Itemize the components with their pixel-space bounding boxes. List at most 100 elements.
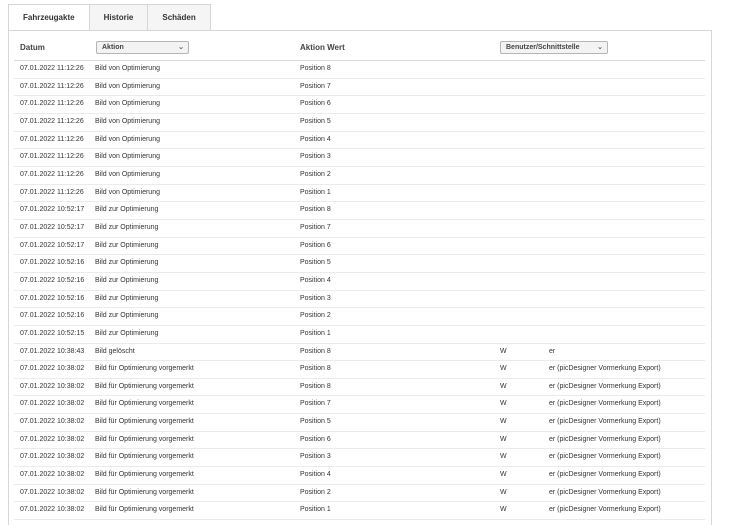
cell-aktion-wert: Position 5 xyxy=(300,117,331,125)
cell-aktion-wert: Position 7 xyxy=(300,400,331,408)
cell-datum: 07.01.2022 10:52:17 xyxy=(20,241,85,249)
table-row[interactable]: 07.01.2022 10:38:02 Bild für Optimierung … xyxy=(14,485,705,503)
cell-datum: 07.01.2022 10:52:16 xyxy=(20,276,85,284)
cell-aktion: Bild zur Optimierung xyxy=(95,206,159,214)
table-row[interactable]: 07.01.2022 11:12:26 Bild von Optimierung P… xyxy=(14,96,705,114)
cell-aktion: Bild zur Optimierung xyxy=(95,294,159,302)
cell-datum: 07.01.2022 10:52:17 xyxy=(20,206,85,214)
cell-datum: 07.01.2022 10:52:15 xyxy=(20,329,85,337)
cell-aktion: Bild von Optimierung xyxy=(95,82,160,90)
cell-schnittstelle: er (picDesigner Vormerkung Export) xyxy=(549,365,661,373)
table-row[interactable]: 07.01.2022 10:38:02 Bild für Optimierung … xyxy=(14,414,705,432)
table-row[interactable]: 07.01.2022 11:12:26 Bild von Optimierung P… xyxy=(14,149,705,167)
aktion-filter-select[interactable]: Aktion ⌄ xyxy=(96,41,189,54)
cell-datum: 07.01.2022 10:38:02 xyxy=(20,488,85,496)
cell-aktion-wert: Position 1 xyxy=(300,188,331,196)
cell-aktion-wert: Position 6 xyxy=(300,435,331,443)
cell-aktion: Bild gelöscht xyxy=(95,347,135,355)
cell-datum: 07.01.2022 10:38:02 xyxy=(20,435,85,443)
cell-aktion: Bild zur Optimierung xyxy=(95,329,159,337)
table-row[interactable]: 07.01.2022 10:52:16 Bild zur Optimierung P… xyxy=(14,255,705,273)
cell-aktion: Bild von Optimierung xyxy=(95,188,160,196)
cell-schnittstelle: er (picDesigner Vormerkung Export) xyxy=(549,382,661,390)
table-row[interactable]: 07.01.2022 10:52:16 Bild zur Optimierung P… xyxy=(14,308,705,326)
table-row[interactable]: 07.01.2022 10:38:43 Bild gelöscht Position… xyxy=(14,344,705,362)
table-row[interactable]: 07.01.2022 10:38:02 Bild für Optimierung … xyxy=(14,432,705,450)
table-header: Datum Aktion ⌄ Aktion Wert Benutzer/Schn… xyxy=(9,31,711,61)
table-row[interactable]: 07.01.2022 11:12:26 Bild von Optimierung P… xyxy=(14,114,705,132)
cell-datum: 07.01.2022 10:38:02 xyxy=(20,382,85,390)
cell-aktion-wert: Position 8 xyxy=(300,206,331,214)
cell-schnittstelle: er (picDesigner Vormerkung Export) xyxy=(549,488,661,496)
cell-datum: 07.01.2022 10:38:02 xyxy=(20,506,85,514)
cell-aktion-wert: Position 1 xyxy=(300,329,331,337)
table-row[interactable]: 07.01.2022 10:38:02 Bild für Optimierung … xyxy=(14,467,705,485)
table-row[interactable]: 07.01.2022 10:52:17 Bild zur Optimierung P… xyxy=(14,220,705,238)
cell-aktion: Bild zur Optimierung xyxy=(95,223,159,231)
cell-aktion-wert: Position 2 xyxy=(300,312,331,320)
cell-aktion-wert: Position 3 xyxy=(300,453,331,461)
cell-aktion-wert: Position 4 xyxy=(300,471,331,479)
table-row[interactable]: 07.01.2022 10:38:02 Bild für Optimierung … xyxy=(14,396,705,415)
cell-benutzer: W xyxy=(500,488,507,496)
cell-aktion-wert: Position 8 xyxy=(300,347,331,355)
benutzer-filter-select[interactable]: Benutzer/Schnittstelle ⌄ xyxy=(500,41,608,54)
cell-aktion: Bild zur Optimierung xyxy=(95,312,159,320)
table-row[interactable]: 07.01.2022 10:38:02 Bild für Optimierung … xyxy=(14,449,705,468)
cell-aktion: Bild von Optimierung xyxy=(95,65,160,72)
cell-aktion: Bild von Optimierung xyxy=(95,117,160,125)
cell-datum: 07.01.2022 10:38:02 xyxy=(20,365,85,373)
cell-aktion-wert: Position 4 xyxy=(300,135,331,143)
cell-datum: 07.01.2022 10:38:02 xyxy=(20,471,85,479)
cell-datum: 07.01.2022 10:38:43 xyxy=(20,347,85,355)
cell-schnittstelle: er (picDesigner Vormerkung Export) xyxy=(549,435,661,443)
tab-historie[interactable]: Historie xyxy=(88,4,149,30)
cell-datum: 07.01.2022 11:12:26 xyxy=(20,135,84,143)
cell-aktion: Bild für Optimierung vorgemerkt xyxy=(95,418,194,426)
cell-datum: 07.01.2022 10:38:02 xyxy=(20,418,85,426)
history-panel: Datum Aktion ⌄ Aktion Wert Benutzer/Schn… xyxy=(8,30,712,525)
cell-benutzer: W xyxy=(500,506,507,514)
table-row[interactable]: 07.01.2022 11:12:26 Bild von Optimierung P… xyxy=(14,79,705,97)
table-row[interactable]: 07.01.2022 11:12:26 Bild von Optimierung P… xyxy=(14,185,705,203)
tab-fahrzeugakte[interactable]: Fahrzeugakte xyxy=(8,4,90,31)
table-row[interactable]: 07.01.2022 10:52:15 Bild zur Optimierung P… xyxy=(14,326,705,344)
table-row[interactable]: 07.01.2022 10:52:16 Bild zur Optimierung P… xyxy=(14,273,705,291)
cell-schnittstelle: er (picDesigner Vormerkung Export) xyxy=(549,400,661,408)
cell-benutzer: W xyxy=(500,347,507,355)
cell-aktion-wert: Position 8 xyxy=(300,65,331,72)
cell-datum: 07.01.2022 10:38:02 xyxy=(20,400,85,408)
table-row[interactable]: 07.01.2022 11:12:26 Bild von Optimierung P… xyxy=(14,132,705,150)
table-row[interactable]: 07.01.2022 10:38:02 Bild für Optimierung … xyxy=(14,502,705,521)
table-row[interactable]: 07.01.2022 11:12:26 Bild von Optimierung P… xyxy=(14,167,705,185)
cell-datum: 07.01.2022 11:12:26 xyxy=(20,65,84,72)
table-row[interactable]: 07.01.2022 11:12:26 Bild von Optimierung P… xyxy=(14,61,705,79)
table-row[interactable]: 07.01.2022 10:38:02 Bild für Optimierung … xyxy=(14,379,705,397)
cell-aktion: Bild für Optimierung vorgemerkt xyxy=(95,506,194,514)
cell-aktion: Bild für Optimierung vorgemerkt xyxy=(95,400,194,408)
table-row[interactable]: 07.01.2022 10:52:17 Bild zur Optimierung P… xyxy=(14,202,705,220)
cell-aktion-wert: Position 7 xyxy=(300,82,331,90)
cell-datum: 07.01.2022 11:12:26 xyxy=(20,188,84,196)
cell-aktion: Bild zur Optimierung xyxy=(95,259,159,267)
column-header-datum[interactable]: Datum xyxy=(20,43,45,52)
cell-aktion: Bild von Optimierung xyxy=(95,153,160,161)
cell-benutzer: W xyxy=(500,382,507,390)
cell-datum: 07.01.2022 11:12:26 xyxy=(20,153,84,161)
cell-aktion: Bild von Optimierung xyxy=(95,135,160,143)
cell-benutzer: W xyxy=(500,471,507,479)
tab-schaeden[interactable]: Schäden xyxy=(147,4,211,30)
cell-aktion-wert: Position 2 xyxy=(300,170,331,178)
chevron-down-icon: ⌄ xyxy=(178,44,184,51)
cell-aktion: Bild für Optimierung vorgemerkt xyxy=(95,382,194,390)
cell-aktion-wert: Position 8 xyxy=(300,365,331,373)
cell-benutzer: W xyxy=(500,453,507,461)
table-row[interactable]: 07.01.2022 10:52:17 Bild zur Optimierung P… xyxy=(14,238,705,256)
table-row[interactable]: 07.01.2022 10:38:02 Bild für Optimierung … xyxy=(14,361,705,379)
cell-datum: 07.01.2022 10:38:02 xyxy=(20,453,85,461)
cell-aktion-wert: Position 2 xyxy=(300,488,331,496)
table-row[interactable]: 07.01.2022 10:52:16 Bild zur Optimierung P… xyxy=(14,291,705,309)
column-header-aktion-wert[interactable]: Aktion Wert xyxy=(300,43,345,52)
cell-aktion: Bild für Optimierung vorgemerkt xyxy=(95,453,194,461)
cell-aktion-wert: Position 5 xyxy=(300,418,331,426)
